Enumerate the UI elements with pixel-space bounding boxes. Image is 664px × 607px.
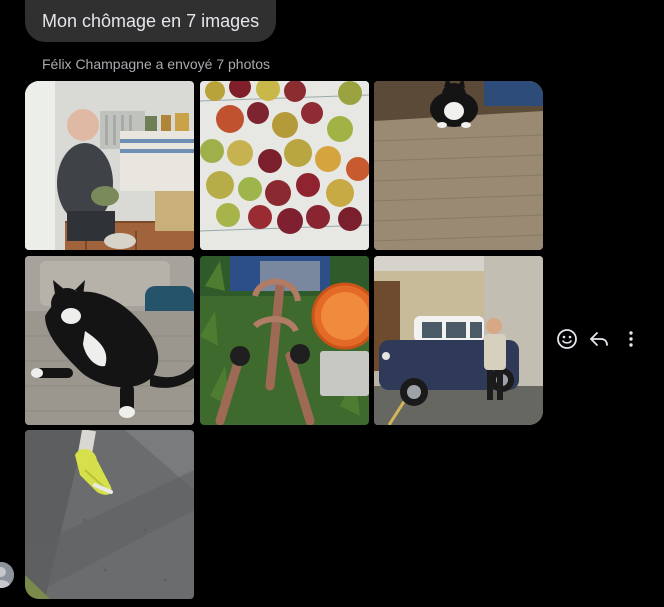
photo-image [200,256,369,425]
reply-arrow-icon [590,332,608,346]
sender-avatar[interactable] [0,562,14,588]
photo-cat-rug[interactable] [374,81,543,250]
photo-sender-caption: Félix Champagne a envoyé 7 photos [42,56,271,72]
message-actions [553,325,649,353]
photo-mini-car[interactable] [374,256,543,425]
reply-button[interactable] [585,325,613,353]
photo-image [25,81,194,250]
photo-cat-couch[interactable] [25,256,194,425]
smiley-icon [557,329,577,349]
message-bubble[interactable]: Mon chômage en 7 images [25,0,277,42]
avatar-image [0,562,14,588]
photo-image [25,256,194,425]
photo-yellow-shoe[interactable] [25,430,194,599]
react-button[interactable] [553,325,581,353]
photo-grid [25,81,543,600]
photo-image [200,81,369,250]
photo-rusty-tool[interactable] [200,256,369,425]
more-options-button[interactable] [617,325,645,353]
photo-man-kitchen[interactable] [25,81,194,250]
photo-image [374,256,543,425]
photo-image [25,430,194,599]
photo-apples[interactable] [200,81,369,250]
chat-thread: Mon chômage en 7 images Félix Champagne … [0,0,664,607]
vertical-ellipsis-icon [629,331,633,347]
photo-image [374,81,543,250]
